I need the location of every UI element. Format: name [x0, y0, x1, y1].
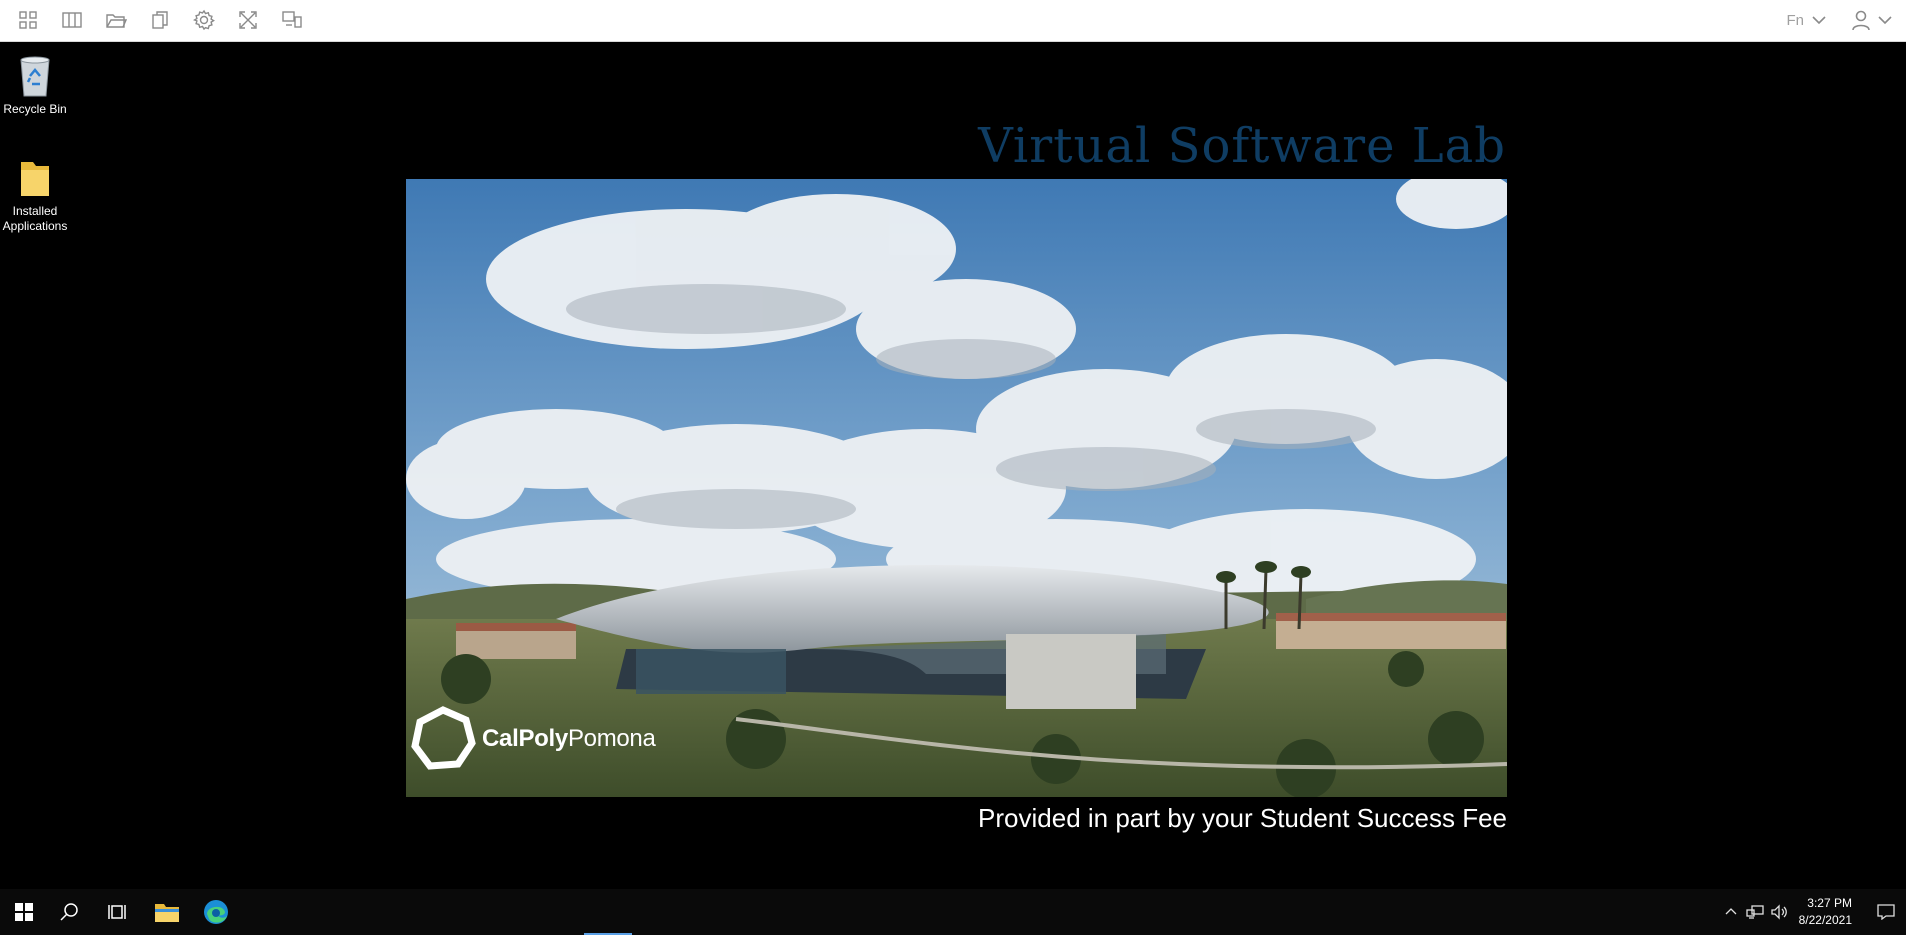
task-view-button[interactable]: [93, 889, 141, 935]
start-button[interactable]: [0, 889, 48, 935]
panel-icon: [62, 12, 82, 28]
settings-button[interactable]: [182, 4, 226, 36]
settings-icon: [193, 9, 215, 31]
folder-icon: [21, 162, 49, 196]
file-explorer-button[interactable]: [143, 889, 191, 935]
clipboard-button[interactable]: [138, 4, 182, 36]
tray-overflow-button[interactable]: [1719, 905, 1743, 919]
brand-bold: CalPoly: [482, 725, 568, 752]
desktop-icon-recycle-bin[interactable]: Recycle Bin: [0, 50, 70, 117]
chevron-down-icon: [1812, 16, 1826, 25]
fullscreen-icon: [239, 11, 257, 29]
remote-toolbar: Fn: [0, 0, 1906, 42]
recycle-bin-icon: [20, 56, 50, 97]
language-label: Fn: [1786, 11, 1804, 29]
campus-photo: [406, 179, 1507, 797]
volume-button[interactable]: [1767, 904, 1791, 920]
edge-button[interactable]: [192, 889, 240, 935]
file-explorer-icon: [155, 904, 179, 922]
taskbar: 3:27 PM 8/22/2021: [0, 889, 1906, 935]
chevron-down-icon: [1878, 16, 1892, 25]
calpoly-hexagon-icon: [411, 706, 476, 770]
calpoly-pomona-logo: CalPoly Pomona: [410, 706, 656, 772]
display-icon: [282, 11, 302, 28]
fullscreen-button[interactable]: [226, 4, 270, 36]
language-selector[interactable]: Fn: [1778, 4, 1836, 36]
edge-icon: [204, 900, 228, 924]
clock-date: 8/22/2021: [1798, 913, 1852, 927]
notifications-button[interactable]: [1866, 904, 1906, 920]
apps-button[interactable]: [6, 4, 50, 36]
open-folder-button[interactable]: [94, 4, 138, 36]
search-button[interactable]: [45, 889, 93, 935]
wallpaper-footer: Provided in part by your Student Success…: [978, 803, 1507, 833]
wallpaper-title: Virtual Software Lab: [978, 118, 1506, 174]
display-button[interactable]: [270, 4, 314, 36]
system-tray: 3:27 PM 8/22/2021: [1719, 889, 1906, 935]
user-icon: [1852, 10, 1870, 31]
desktop-icon-installed-applications[interactable]: Installed Applications: [0, 152, 70, 234]
clock[interactable]: 3:27 PM 8/22/2021: [1791, 895, 1866, 929]
network-button[interactable]: [1743, 904, 1767, 920]
user-menu[interactable]: [1836, 4, 1898, 36]
notification-icon: [1877, 904, 1895, 920]
task-view-icon: [108, 905, 126, 919]
installed-applications-label: Installed Applications: [2, 204, 68, 233]
recycle-bin-label: Recycle Bin: [3, 102, 67, 116]
clipboard-icon: [152, 11, 168, 29]
volume-icon: [1770, 904, 1787, 920]
panel-button[interactable]: [50, 4, 94, 36]
network-icon: [1745, 905, 1764, 919]
windows-start-icon: [15, 903, 33, 921]
brand-light: Pomona: [567, 725, 656, 752]
apps-icon: [19, 11, 37, 29]
clock-time: 3:27 PM: [1807, 896, 1852, 910]
chevron-up-icon: [1725, 908, 1737, 915]
search-icon: [60, 903, 78, 921]
folder-icon: [106, 14, 127, 28]
